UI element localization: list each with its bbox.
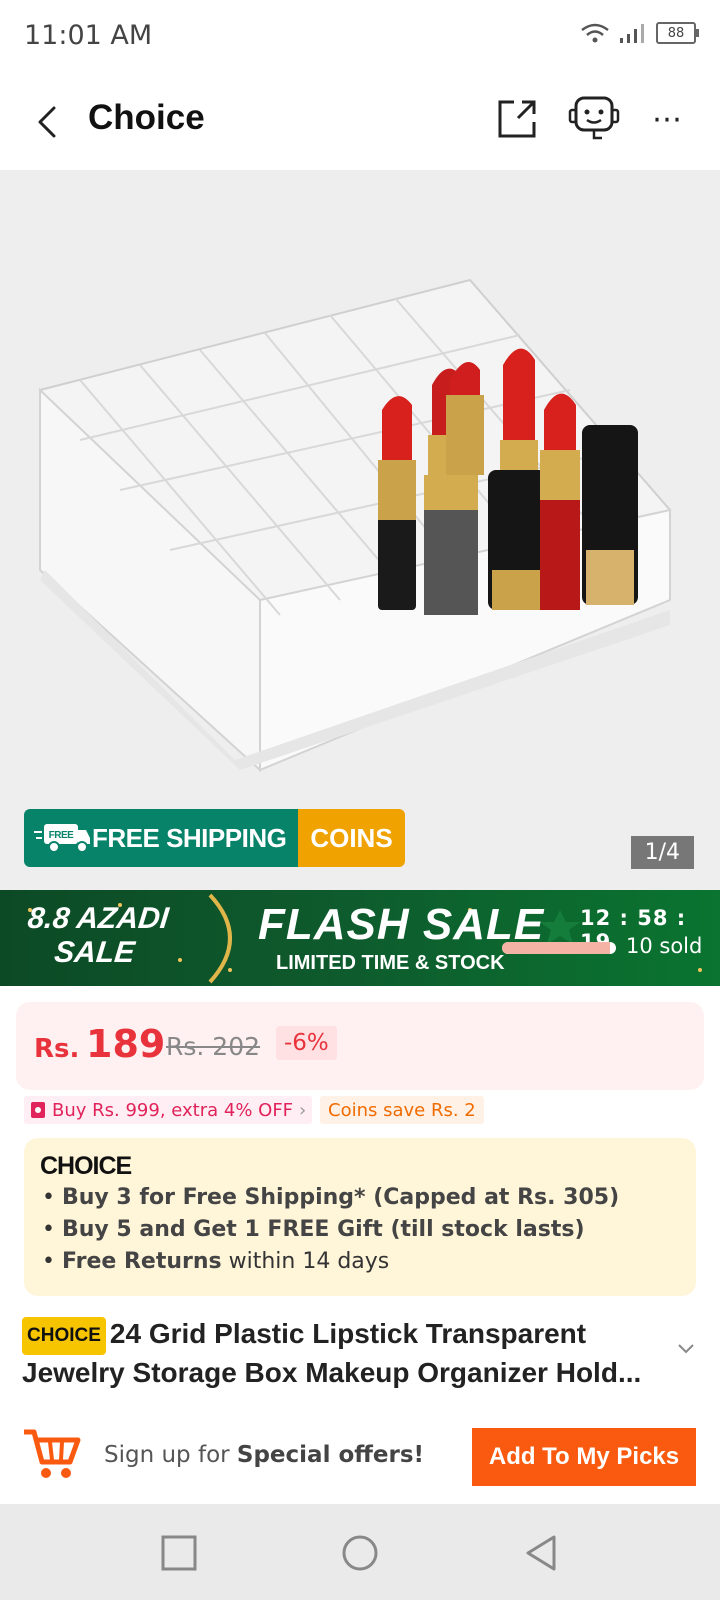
- cart-icon[interactable]: [22, 1426, 82, 1482]
- add-to-my-picks-button[interactable]: Add To My Picks: [472, 1428, 696, 1486]
- chevron-down-icon[interactable]: [676, 1340, 696, 1356]
- campaign-line1: 8.8 AZADI: [26, 902, 171, 935]
- image-counter: 1/4: [630, 836, 694, 869]
- product-title-text: 24 Grid Plastic Lipstick Transparent Jew…: [22, 1318, 642, 1388]
- chevron-right-icon: ›: [299, 1099, 307, 1121]
- campaign-name: 8.8 AZADI SALE: [22, 902, 170, 970]
- choice-benefits-list: • Buy 3 for Free Shipping* (Capped at Rs…: [42, 1182, 619, 1278]
- clock: 11:01 AM: [24, 20, 153, 51]
- app-header: Choice ⋯: [0, 72, 720, 170]
- signup-prompt[interactable]: Sign up for Special offers!: [104, 1442, 424, 1468]
- battery-icon: 88: [656, 22, 699, 44]
- customer-service-icon[interactable]: [568, 94, 620, 144]
- signup-prefix: Sign up for: [104, 1442, 237, 1468]
- choice-logo: CHOICE: [40, 1152, 132, 1180]
- coins-save-badge: Coins save Rs. 2: [320, 1096, 484, 1124]
- discount-badge: -6%: [276, 1026, 337, 1060]
- recent-apps-icon[interactable]: [160, 1534, 198, 1572]
- choice-benefits-box[interactable]: CHOICE • Buy 3 for Free Shipping* (Cappe…: [24, 1138, 696, 1296]
- benefit-item: • Free Returns within 14 days: [42, 1249, 390, 1274]
- flash-sale-banner[interactable]: 8.8 AZADI SALE FLASH SALE LIMITED TIME &…: [0, 890, 720, 986]
- back-icon[interactable]: [522, 1534, 560, 1572]
- product-title[interactable]: CHOICE 24 Grid Plastic Lipstick Transpare…: [22, 1316, 668, 1391]
- back-arrow-icon[interactable]: [30, 102, 66, 142]
- product-image-gallery[interactable]: [0, 170, 720, 890]
- free-shipping-coins-badge: FREE FREE SHIPPING COINS: [24, 809, 405, 867]
- share-icon[interactable]: [496, 98, 538, 140]
- campaign-line2: SALE: [52, 936, 137, 969]
- sold-progress-bar: [502, 942, 616, 954]
- signup-bold: Special offers!: [236, 1442, 425, 1468]
- flash-sale-subtitle: LIMITED TIME & STOCK: [276, 952, 505, 974]
- signal-icon: [620, 24, 644, 43]
- sold-count: 10 sold: [626, 934, 703, 958]
- wifi-icon: [581, 23, 609, 43]
- system-navigation-bar: [0, 1504, 720, 1600]
- free-shipping-text: FREE SHIPPING: [92, 822, 287, 853]
- coins-label: COINS: [298, 809, 405, 867]
- benefit-item: • Buy 5 and Get 1 FREE Gift (till stock …: [42, 1217, 585, 1242]
- status-icons: 88: [580, 22, 699, 44]
- price-currency: Rs.: [34, 1034, 80, 1064]
- flash-sale-title: FLASH SALE: [258, 900, 545, 949]
- extra-off-text: Buy Rs. 999, extra 4% OFF: [52, 1099, 294, 1121]
- current-price: 189: [86, 1022, 166, 1066]
- delivery-truck-icon: FREE: [34, 824, 90, 853]
- choice-tag: CHOICE: [22, 1316, 106, 1355]
- more-options-icon[interactable]: ⋯: [652, 102, 692, 137]
- sold-progress-fill: [502, 942, 611, 954]
- coupon-icon: [31, 1102, 45, 1118]
- benefit-item: • Buy 3 for Free Shipping* (Capped at Rs…: [42, 1185, 620, 1210]
- free-shipping-label: FREE FREE SHIPPING: [24, 809, 299, 867]
- status-bar: 11:01 AM 88: [0, 0, 720, 72]
- original-price: Rs. 202: [166, 1032, 261, 1061]
- page-title: Choice: [88, 98, 205, 137]
- home-icon[interactable]: [341, 1534, 379, 1572]
- extra-off-coupon[interactable]: Buy Rs. 999, extra 4% OFF ›: [24, 1096, 313, 1124]
- free-tag-text: FREE: [49, 830, 75, 841]
- price-box: Rs. 189 Rs. 202 -6%: [16, 1002, 704, 1090]
- bottom-action-bar: Sign up for Special offers! Add To My Pi…: [0, 1402, 720, 1502]
- product-image: [38, 278, 672, 773]
